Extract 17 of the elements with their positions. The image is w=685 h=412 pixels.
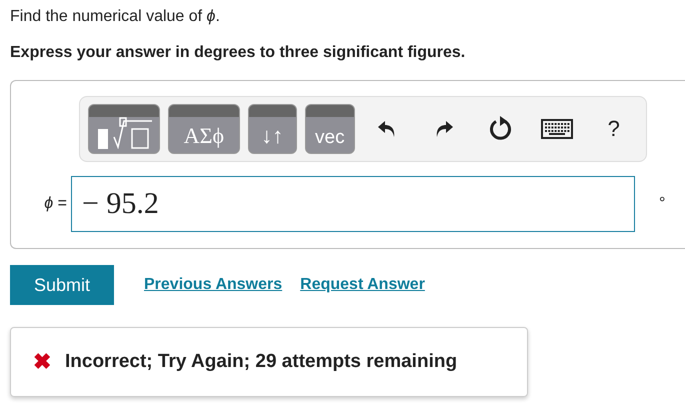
symbol-button[interactable]: vec	[304, 104, 356, 154]
cross-icon: ✖	[33, 349, 51, 375]
symbol-button[interactable]: ΑΣϕ	[168, 104, 240, 154]
answer-field[interactable]: − 95.2	[71, 176, 635, 232]
symbol-button[interactable]: ↓↑	[248, 104, 297, 154]
help-button[interactable]: ?	[589, 109, 638, 149]
answer-link[interactable]: Previous Answers	[144, 276, 282, 294]
submit-button[interactable]: Submit	[10, 265, 114, 305]
unit-label: °	[659, 195, 666, 213]
answer-link[interactable]: Request Answer	[300, 276, 425, 294]
feedback-text: Incorrect; Try Again; 29 attempts remaining	[65, 351, 458, 373]
template-button[interactable]	[88, 104, 160, 154]
instruction-text: Express your answer in degrees to three significant figures.	[10, 44, 466, 62]
keyboard-icon	[541, 119, 574, 139]
refresh-icon	[488, 116, 513, 142]
variable-label: ϕ =	[43, 195, 68, 213]
question-text: Find the numerical value of ϕ.	[10, 8, 221, 26]
